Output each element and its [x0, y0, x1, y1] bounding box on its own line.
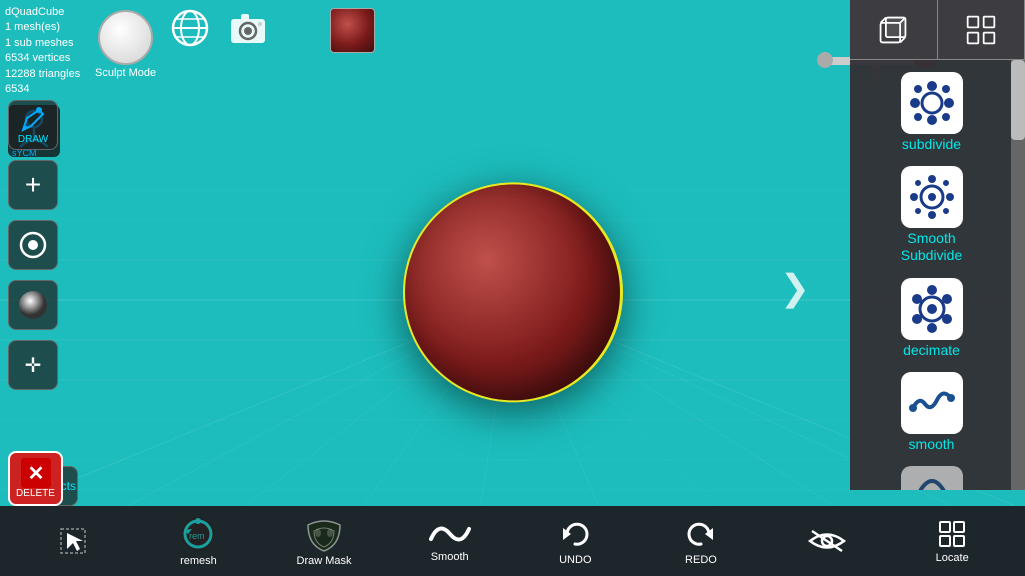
vertices: 6534 vertices [5, 51, 80, 66]
smooth-icon [901, 372, 963, 434]
add-tool-button[interactable]: + [8, 160, 58, 210]
draw-label: DRAW [18, 134, 48, 145]
viewport: dQuadCube 1 mesh(es) 1 sub meshes 6534 v… [0, 0, 1025, 576]
select-cursor-button[interactable] [43, 525, 103, 557]
svg-text:rem: rem [189, 531, 205, 541]
grid-view-tab[interactable] [938, 0, 1025, 59]
smooth-subdivide-icon [901, 166, 963, 228]
object-preview-thumbnail[interactable] [330, 8, 375, 53]
camera-photo-icon[interactable] [228, 8, 268, 48]
redo-label: REDO [685, 554, 717, 566]
delete-button[interactable]: ✕ DELETE [8, 451, 63, 506]
smooth-subdivide-label: Smooth Subdivide [901, 230, 963, 264]
smooth-bottom-label: Smooth [431, 551, 469, 563]
object-name: dQuadCube [5, 5, 80, 20]
brush-tool-button[interactable] [8, 280, 58, 330]
svg-text:✛: ✛ [25, 355, 42, 377]
cube-view-tab[interactable] [850, 0, 938, 59]
locate-label: Locate [936, 552, 969, 564]
extra-item[interactable] [854, 462, 1009, 490]
delete-label: DELETE [16, 488, 55, 499]
panel-scrollbar-thumb[interactable] [1011, 60, 1025, 140]
3d-sphere[interactable] [403, 182, 623, 402]
redo-button[interactable]: REDO [671, 516, 731, 566]
sculpt-mode-button[interactable]: Sculpt Mode [95, 10, 156, 79]
triangles: 12288 triangles [5, 67, 80, 82]
panel-items-list: subdivide [850, 60, 1025, 490]
smooth-bottom-button[interactable]: Smooth [420, 519, 480, 563]
decimate-icon [901, 278, 963, 340]
panel-expand-arrow[interactable]: ❯ [780, 267, 810, 309]
panel-scrollbar-track[interactable] [1011, 60, 1025, 490]
smooth-label: smooth [909, 436, 955, 452]
sphere-mesh [403, 182, 623, 402]
hide-button[interactable] [797, 526, 857, 556]
mesh-count: 1 mesh(es) [5, 20, 80, 35]
globe-icon[interactable] [170, 8, 210, 48]
undo-button[interactable]: UNDO [545, 516, 605, 566]
subdivide-icon [901, 72, 963, 134]
undo-label: UNDO [559, 554, 591, 566]
add-icon: + [25, 171, 41, 199]
bottom-toolbar: rem remesh Draw Mask Smooth [0, 506, 1025, 576]
decimate-label: decimate [903, 342, 960, 358]
subdivide-item[interactable]: subdivide [854, 68, 1009, 156]
remesh-label: remesh [180, 555, 217, 567]
top-toolbar [170, 8, 268, 48]
sculpt-mode-label: Sculpt Mode [95, 67, 156, 79]
draw-mask-label: Draw Mask [297, 555, 352, 567]
code: 6534 [5, 82, 80, 97]
delete-button-area: ✕ DELETE [8, 451, 63, 506]
svg-text:✕: ✕ [27, 463, 44, 485]
subdivide-label: subdivide [902, 136, 961, 152]
draw-mask-button[interactable]: Draw Mask [294, 515, 354, 567]
move-tool-button[interactable]: ✛ [8, 340, 58, 390]
object-info: dQuadCube 1 mesh(es) 1 sub meshes 6534 v… [5, 5, 80, 97]
decimate-item[interactable]: decimate [854, 274, 1009, 362]
circle-tool-button[interactable] [8, 220, 58, 270]
smooth-item[interactable]: smooth [854, 368, 1009, 456]
left-sidebar: DRAW + ✛ [8, 100, 58, 390]
sub-meshes: 1 sub meshes [5, 36, 80, 51]
sculpt-circle-icon [98, 10, 153, 65]
right-panel: subdivide [850, 0, 1025, 490]
locate-button[interactable]: Locate [922, 518, 982, 564]
smooth-subdivide-item[interactable]: Smooth Subdivide [854, 162, 1009, 268]
extra-icon [901, 466, 963, 490]
draw-tool-button[interactable]: DRAW [8, 100, 58, 150]
remesh-button[interactable]: rem remesh [168, 515, 228, 567]
panel-header [850, 0, 1025, 60]
